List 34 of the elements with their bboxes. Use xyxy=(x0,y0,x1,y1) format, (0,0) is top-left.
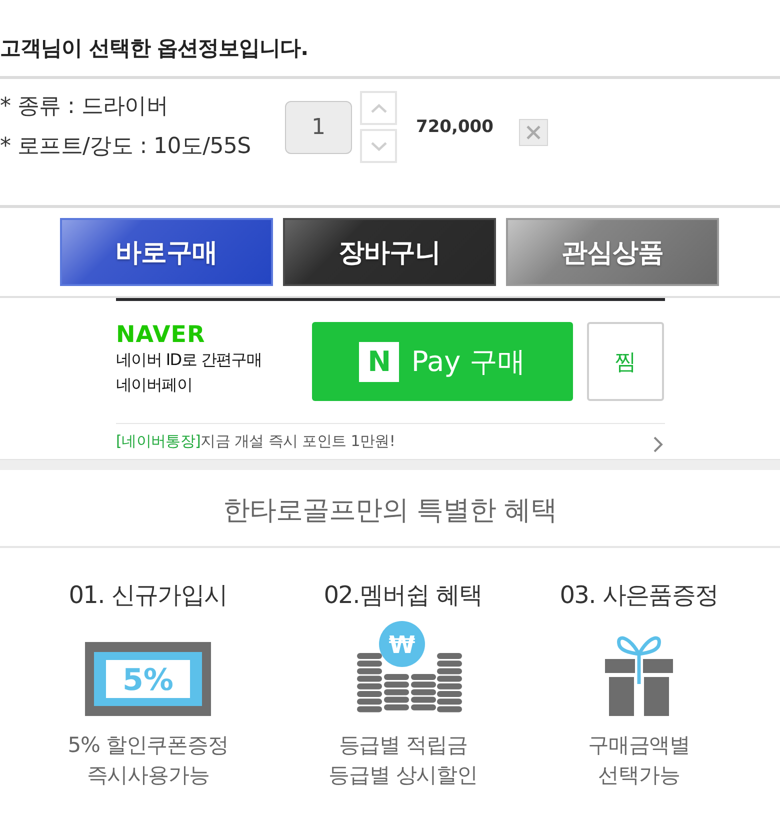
benefit-title: 01. 신규가입시 xyxy=(68,580,228,610)
chevron-right-icon xyxy=(653,436,663,453)
benefit-text: 구매금액별 xyxy=(588,732,690,759)
naver-pay-text: 네이버페이 xyxy=(116,374,192,396)
section-heading: 고객님이 선택한 옵션정보입니다. xyxy=(0,36,308,60)
benefit-text: 즉시사용가능 xyxy=(86,762,210,789)
buy-button[interactable]: 바로구매 xyxy=(60,218,273,286)
coupon-percent-text: 5% xyxy=(122,663,174,698)
decrease-button[interactable] xyxy=(360,129,397,163)
option-text: * 종류 : 드라이버 xyxy=(0,93,168,121)
benefit-title: 02.멤버쉽 혜택 xyxy=(324,580,482,610)
wish-button[interactable]: 관심상품 xyxy=(506,218,719,286)
won-sign-text: ₩ xyxy=(388,631,416,659)
benefit-title: 03. 사은품증정 xyxy=(560,580,718,610)
promo-link[interactable]: [네이버통장]지금 개설 즉시 포인트 1만원! xyxy=(116,432,396,451)
benefit-text: 5% 할인쿠폰증정 xyxy=(68,732,228,759)
benefit-text: 등급별 적립금 xyxy=(338,732,468,759)
naver-logo: NAVER xyxy=(116,323,206,347)
delete-button[interactable] xyxy=(519,118,548,146)
cart-button[interactable]: 장바구니 xyxy=(283,218,496,286)
naver-pay-text: 네이버 ID로 간편구매 xyxy=(116,349,262,371)
increase-button[interactable] xyxy=(360,91,397,125)
option-text: * 로프트/강도 : 10도/55S xyxy=(0,133,251,161)
benefits-title: 한타로골프만의 특별한 혜택 xyxy=(222,494,558,528)
n-logo-icon: N xyxy=(359,342,400,382)
chevron-up-icon xyxy=(370,104,386,112)
close-icon xyxy=(526,124,542,140)
benefit-text: 등급별 상시할인 xyxy=(328,762,478,789)
price-text: 720,000 xyxy=(416,117,494,137)
coin-stack-icon xyxy=(357,653,382,712)
quantity-field[interactable]: 1 xyxy=(285,100,352,154)
benefit-text: 선택가능 xyxy=(598,762,680,789)
chevron-down-icon xyxy=(370,142,386,150)
coin-stack-icon xyxy=(384,674,409,710)
